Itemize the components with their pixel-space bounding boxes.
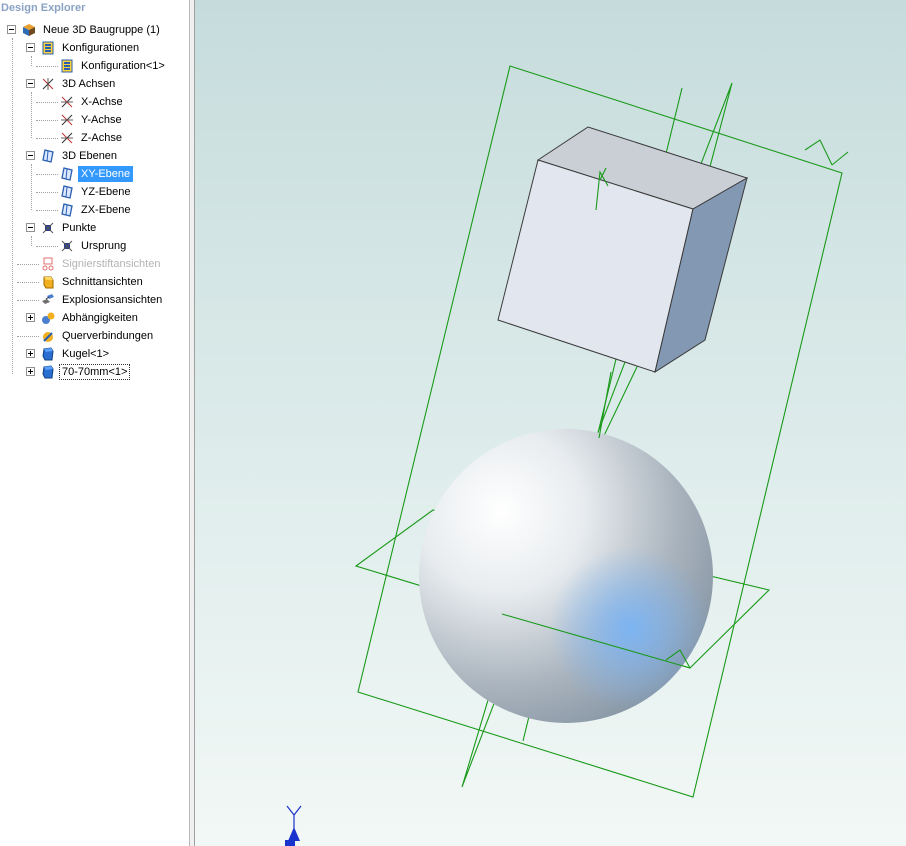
tree-node-sphere-part[interactable]: Kugel<1> [41, 345, 112, 363]
tree-line [36, 138, 58, 139]
assembly-cube-icon [22, 23, 36, 37]
tree-line [17, 300, 39, 301]
tree-node-exploded-views[interactable]: Explosionsansichten [41, 291, 165, 309]
tree-node-label: Signierstiftansichten [62, 258, 161, 270]
tree-node-x-axis[interactable]: X-Achse [60, 93, 126, 111]
axis-icon [60, 95, 74, 109]
tree-line [36, 192, 58, 193]
sphere-part[interactable] [419, 429, 713, 723]
3d-viewport[interactable] [195, 0, 906, 846]
tree-node-label: Neue 3D Baugruppe (1) [43, 24, 160, 36]
axis-icon [60, 131, 74, 145]
tree-node-label: Y-Achse [81, 114, 122, 126]
tree-line [17, 282, 39, 283]
points-icon [41, 221, 55, 235]
tree-line [31, 56, 32, 66]
part-icon [41, 347, 55, 361]
tree-line [36, 210, 58, 211]
tree-node-label: Kugel<1> [62, 348, 110, 360]
tree-view[interactable]: Neue 3D Baugruppe (1) Konfigurationen Ko… [0, 0, 189, 846]
planes-icon [41, 149, 55, 163]
tree-node-label: 70-70mm<1> [59, 364, 131, 380]
plane-icon [60, 185, 74, 199]
exploded-view-icon [41, 293, 55, 307]
tree-node-label: XY-Ebene [78, 166, 134, 182]
design-explorer-panel: Neue 3D Baugruppe (1) Konfigurationen Ko… [0, 0, 189, 846]
tree-node-label: Z-Achse [81, 132, 122, 144]
tree-line [31, 236, 32, 246]
tree-node-label: 3D Achsen [62, 78, 116, 90]
tree-line [17, 336, 39, 337]
collapse-toggle[interactable] [26, 223, 35, 232]
axes-icon [41, 77, 55, 91]
cross-links-icon [41, 329, 55, 343]
plane-icon [60, 203, 74, 217]
tree-node-cross-links[interactable]: Querverbindungen [41, 327, 156, 345]
origin-point-icon [60, 239, 74, 253]
axis-triad [285, 805, 302, 846]
tree-node-markup-views[interactable]: Signierstiftansichten [41, 255, 163, 273]
tree-line [36, 174, 58, 175]
tree-line [17, 264, 39, 265]
tree-node-label: ZX-Ebene [81, 204, 131, 216]
markup-pen-icon [41, 257, 55, 271]
section-view-icon [41, 275, 55, 289]
tree-node-label: Abhängigkeiten [62, 312, 138, 324]
tree-node-constraints[interactable]: Abhängigkeiten [41, 309, 141, 327]
tree-node-section-views[interactable]: Schnittansichten [41, 273, 146, 291]
tree-line [36, 246, 58, 247]
tree-line [36, 120, 58, 121]
configuration-icon [60, 59, 74, 73]
tree-node-label: Querverbindungen [62, 330, 154, 342]
tree-line [36, 66, 58, 67]
tree-node-z-axis[interactable]: Z-Achse [60, 129, 125, 147]
tree-node-label: X-Achse [81, 96, 123, 108]
axis-icon [60, 113, 74, 127]
tree-node-label: Konfiguration<1> [81, 60, 165, 72]
tree-node-xy-plane[interactable]: XY-Ebene [60, 165, 134, 183]
tree-node-configuration-1[interactable]: Konfiguration<1> [60, 57, 168, 75]
tree-node-configurations[interactable]: Konfigurationen [41, 39, 142, 57]
tree-line [31, 164, 32, 210]
tree-node-zx-plane[interactable]: ZX-Ebene [60, 201, 134, 219]
tree-node-3d-planes[interactable]: 3D Ebenen [41, 147, 120, 165]
plane-icon [60, 167, 74, 181]
cube-part[interactable] [497, 126, 749, 374]
3d-scene[interactable] [195, 0, 906, 846]
tree-node-origin[interactable]: Ursprung [60, 237, 129, 255]
tree-line [36, 102, 58, 103]
tree-node-block-part[interactable]: 70-70mm<1> [41, 363, 131, 381]
expand-toggle[interactable] [26, 349, 35, 358]
tree-node-label: Punkte [62, 222, 97, 234]
tree-node-3d-axes[interactable]: 3D Achsen [41, 75, 118, 93]
tree-node-label: YZ-Ebene [81, 186, 131, 198]
tree-node-label: Konfigurationen [62, 42, 140, 54]
tree-node-points[interactable]: Punkte [41, 219, 99, 237]
tree-node-label: Explosionsansichten [62, 294, 163, 306]
tree-node-label: Ursprung [81, 240, 127, 252]
tree-node-assembly[interactable]: Neue 3D Baugruppe (1) [22, 21, 163, 39]
part-icon [41, 365, 55, 379]
panel-title: Design Explorer [1, 2, 86, 14]
tree-node-y-axis[interactable]: Y-Achse [60, 111, 125, 129]
collapse-toggle[interactable] [26, 79, 35, 88]
constraints-icon [41, 311, 55, 325]
expand-toggle[interactable] [26, 313, 35, 322]
tree-line [12, 38, 13, 374]
collapse-toggle[interactable] [7, 25, 16, 34]
tree-line [31, 92, 32, 138]
expand-toggle[interactable] [26, 367, 35, 376]
configurations-icon [41, 41, 55, 55]
tree-node-label: Schnittansichten [62, 276, 143, 288]
collapse-toggle[interactable] [26, 43, 35, 52]
tree-node-label: 3D Ebenen [62, 150, 118, 162]
tree-node-yz-plane[interactable]: YZ-Ebene [60, 183, 134, 201]
collapse-toggle[interactable] [26, 151, 35, 160]
